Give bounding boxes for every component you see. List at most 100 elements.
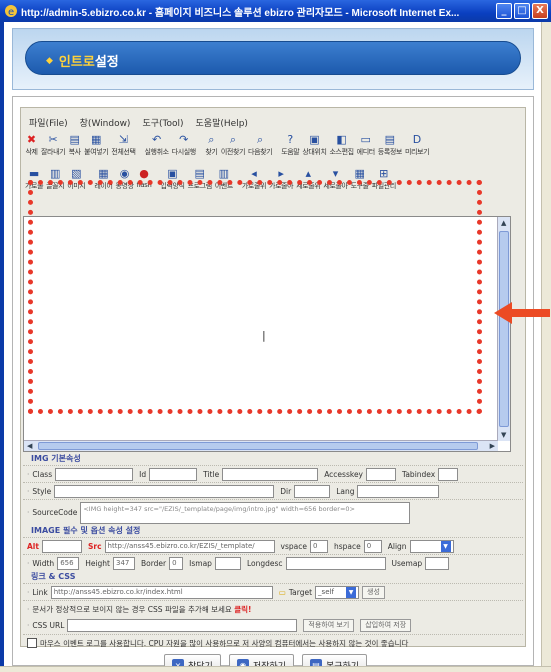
toolbar-icon: ? xyxy=(287,133,294,146)
css-notice-text: 문서가 정상적으로 보이지 않는 경우 CSS 파일을 추가해 보세요 xyxy=(32,604,232,614)
toolbar-icon: ⌕ xyxy=(257,133,264,146)
toolbar-button[interactable]: ◧ 소스편집 xyxy=(330,134,355,157)
height-label: Height xyxy=(85,558,110,568)
insert-save-button[interactable]: 삽입하여 저장 xyxy=(360,619,412,632)
align-select[interactable]: ▼ xyxy=(409,539,454,553)
sourcecode-textarea[interactable]: <IMG height=347 src="/EZIS/_template/pag… xyxy=(80,501,411,524)
menu-item[interactable]: 창(Window) xyxy=(80,116,131,129)
width-input[interactable]: 656 xyxy=(57,556,80,570)
dir-input[interactable] xyxy=(294,484,331,498)
toolbar-icon: ▤ xyxy=(194,167,205,180)
toolbar-button[interactable]: ↷ 다시실행 xyxy=(172,134,197,157)
title-input[interactable] xyxy=(222,467,319,481)
height-input[interactable]: 347 xyxy=(112,556,135,570)
apply-view-button[interactable]: 적용하여 보기 xyxy=(303,619,355,632)
scroll-down-icon[interactable]: ▼ xyxy=(501,431,506,439)
toolbar-button[interactable]: ? 도움말 xyxy=(281,133,300,157)
alt-input[interactable] xyxy=(41,539,82,553)
bullet-icon: ◆ xyxy=(46,55,53,66)
toolbar-button[interactable]: ⌕ 찾기 xyxy=(205,134,218,157)
toolbar-label: 삭제 xyxy=(25,148,38,156)
toolbar-button[interactable]: ▤ 복사 xyxy=(68,134,81,157)
toolbar-button[interactable]: ⌕ 이전찾기 xyxy=(221,134,246,157)
toolbar-icon: ▧ xyxy=(71,167,82,180)
title-rest: 설정 xyxy=(94,55,119,70)
ismap-input[interactable] xyxy=(214,556,241,570)
accesskey-label: Accesskey xyxy=(324,469,363,479)
status-bar xyxy=(0,666,551,672)
css-url-input[interactable] xyxy=(67,619,298,632)
red-arrow-icon xyxy=(494,302,550,324)
toolbar-button[interactable]: ✖ 삭제 xyxy=(25,134,38,157)
page-header: ◆ 인트로설정 xyxy=(12,28,534,90)
horizontal-scroll-thumb[interactable] xyxy=(38,442,478,450)
ismap-label: Ismap xyxy=(189,558,212,568)
toolbar-icon: ▣ xyxy=(167,167,178,180)
toolbar-icon: ✖ xyxy=(26,133,37,146)
tabindex-input[interactable] xyxy=(438,467,459,481)
hspace-input[interactable]: 0 xyxy=(363,539,382,553)
lang-input[interactable] xyxy=(357,484,440,498)
chevron-down-icon: ▼ xyxy=(440,540,451,552)
accesskey-input[interactable] xyxy=(366,467,396,481)
toolbar-button[interactable]: D 미리보기 xyxy=(405,134,430,157)
scroll-right-icon[interactable]: ▶ xyxy=(490,442,495,450)
create-button[interactable]: 생성 xyxy=(362,585,385,599)
menu-item[interactable]: 도움말(Help) xyxy=(196,116,248,129)
style-input[interactable] xyxy=(54,484,275,498)
width-label: Width xyxy=(32,558,55,568)
vspace-label: vspace xyxy=(280,541,307,551)
alt-label: Alt xyxy=(27,541,39,551)
mouse-event-checkbox[interactable] xyxy=(27,638,37,648)
toolbar-label: 찾기 xyxy=(205,148,218,156)
target-label: Target xyxy=(288,587,313,597)
img-basic-title: IMG 기본속성 xyxy=(31,454,81,463)
maximize-button[interactable]: □ xyxy=(514,3,530,19)
tabindex-label: Tabindex xyxy=(402,469,436,479)
menu-item[interactable]: 도구(Tool) xyxy=(142,116,183,129)
toolbar-label: 도움말 xyxy=(281,148,300,156)
toolbar-button[interactable]: ✂ 잘라내기 xyxy=(41,134,66,157)
toolbar-button[interactable]: ▣ 상대위치 xyxy=(302,134,327,157)
toolbar-icon: ▸ xyxy=(278,167,284,180)
vspace-input[interactable]: 0 xyxy=(309,539,328,553)
menu-item[interactable]: 파일(File) xyxy=(29,116,68,129)
editor-vertical-scrollbar[interactable]: ▲ ▼ xyxy=(497,217,510,441)
link-input[interactable]: http://anss45.ebizro.co.kr/index.html xyxy=(50,585,273,599)
class-label: Class xyxy=(32,469,53,479)
folder-icon[interactable]: ▭ xyxy=(279,588,286,597)
toolbar-icon: ▦ xyxy=(354,167,365,180)
editor-horizontal-scrollbar[interactable]: ◀ ▶ xyxy=(24,440,498,451)
toolbar-icon: ◉ xyxy=(119,167,130,180)
border-input[interactable]: 0 xyxy=(169,556,184,570)
usemap-label: Usemap xyxy=(391,558,423,568)
id-input[interactable] xyxy=(149,467,198,481)
close-window-button[interactable]: X xyxy=(532,3,548,19)
css-notice: 문서가 정상적으로 보이지 않는 경우 CSS 파일을 추가해 보세요 클릭! xyxy=(32,604,251,615)
mouse-event-row: 마우스 이벤트 로그를 사용합니다. CPU 자원을 많이 사용하므로 저 사양… xyxy=(23,634,523,651)
toolbar-icon: ⊞ xyxy=(379,167,389,180)
toolbar-icon: ▤ xyxy=(69,133,80,146)
src-input[interactable]: http://anss45.ebizro.co.kr/EZIS/_templat… xyxy=(104,539,275,553)
toolbar-button[interactable]: ▤ 등록정보 xyxy=(378,134,403,157)
longdesc-input[interactable] xyxy=(285,556,386,570)
toolbar-label: 다음찾기 xyxy=(248,148,273,156)
mouse-event-note: 마우스 이벤트 로그를 사용합니다. CPU 자원을 많이 사용하므로 저 사양… xyxy=(40,638,409,648)
hspace-label: hspace xyxy=(333,541,361,551)
link-label: Link xyxy=(32,587,48,597)
scroll-up-icon[interactable]: ▲ xyxy=(501,219,506,227)
scroll-left-icon[interactable]: ◀ xyxy=(27,442,32,450)
usemap-input[interactable] xyxy=(425,556,450,570)
toolbar-button[interactable]: ⇲ 전체선택 xyxy=(111,134,136,157)
toolbar-icon: ▥ xyxy=(49,167,61,180)
toolbar-button[interactable]: ↶ 실행취소 xyxy=(145,134,170,157)
toolbar-button[interactable]: ▭ 에디터 xyxy=(357,134,376,157)
target-select[interactable]: _self ▼ xyxy=(315,585,360,599)
class-input[interactable] xyxy=(55,467,134,481)
toolbar-button[interactable]: ▦ 붙여넣기 xyxy=(84,134,109,157)
vertical-scroll-thumb[interactable] xyxy=(499,231,509,427)
minimize-button[interactable]: _ xyxy=(496,3,512,19)
toolbar-button[interactable]: ⌕ 다음찾기 xyxy=(248,133,273,157)
css-notice-click[interactable]: 클릭! xyxy=(234,605,251,614)
window-scrollbar[interactable] xyxy=(541,22,551,666)
